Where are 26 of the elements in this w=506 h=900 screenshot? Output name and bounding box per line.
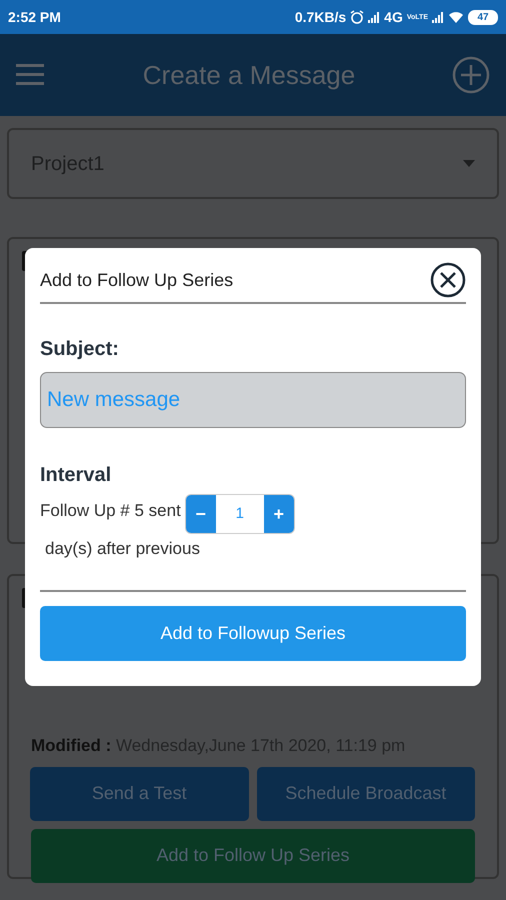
increment-button[interactable]: + [264, 495, 294, 533]
menu-icon[interactable] [16, 63, 46, 87]
clock-time: 2:52 PM [8, 8, 61, 26]
add-to-series-button[interactable]: Add to Followup Series [40, 606, 466, 660]
alarm-icon [350, 10, 364, 24]
action-button[interactable]: Send a Test [30, 766, 248, 820]
close-icon[interactable] [430, 262, 466, 298]
signal-icon [432, 11, 444, 23]
follow-up-button[interactable]: Add to Follow Up Series [31, 828, 475, 882]
signal-icon [368, 11, 380, 23]
day-after-text: day(s) after previous [45, 538, 201, 560]
add-icon[interactable] [452, 56, 490, 94]
battery-level: 47 [468, 10, 498, 24]
dialog-title: Add to Follow Up Series [40, 268, 234, 292]
follow-up-text: Follow Up # 5 sent [40, 500, 181, 522]
subject-field[interactable]: New message [40, 372, 466, 428]
screen-title: Create a Message [142, 60, 356, 90]
wifi-icon [448, 11, 464, 23]
subject-label: Subject: [40, 337, 120, 362]
dropdown-caret-icon [463, 160, 475, 167]
network-speed: 0.7KB/s [294, 8, 346, 26]
network-type: 4G [384, 8, 403, 26]
decrement-button[interactable]: − [186, 495, 216, 533]
action-button[interactable]: Schedule Broadcast [256, 766, 475, 820]
interval-label: Interval [40, 463, 112, 488]
number-stepper[interactable]: − 1 + [184, 494, 295, 534]
